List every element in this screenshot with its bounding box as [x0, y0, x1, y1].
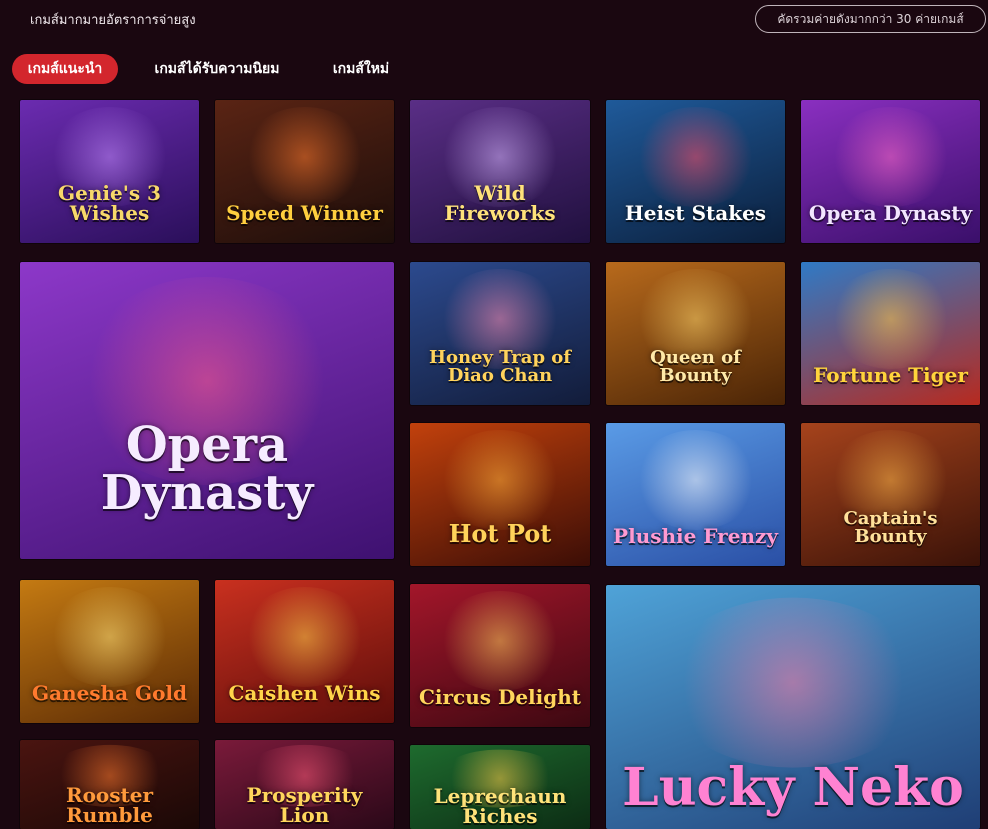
game-tile-fortune-tiger[interactable]: Fortune Tiger	[801, 262, 980, 405]
game-title: Hot Pot	[448, 518, 552, 548]
tab-new[interactable]: เกมส์ใหม่	[316, 54, 406, 84]
game-tile-prosperity-lion[interactable]: Prosperity Lion	[215, 740, 394, 829]
top-bar: เกมส์มากมายอัตราการจ่ายสูง คัดรวมค่ายดัง…	[0, 0, 988, 40]
game-title: Caishen Wins	[228, 680, 381, 705]
game-title: Opera Dynasty	[100, 417, 314, 522]
tab-popular[interactable]: เกมส์ได้รับความนิยม	[140, 54, 294, 84]
game-tile-plushie-frenzy[interactable]: Plushie Frenzy	[606, 423, 785, 566]
section-title: เกมส์มากมายอัตราการจ่ายสูง	[30, 13, 196, 28]
game-tile-opera-dynasty-small[interactable]: Opera Dynasty	[801, 100, 980, 243]
game-tile-queen-of-bounty[interactable]: Queen of Bounty	[606, 262, 785, 405]
game-tile-wild-fireworks[interactable]: Wild Fireworks	[410, 100, 590, 243]
game-title: Genie's 3 Wishes	[58, 180, 161, 225]
game-title: Fortune Tiger	[813, 362, 968, 387]
game-tile-diao-chan[interactable]: Honey Trap of Diao Chan	[410, 262, 590, 405]
game-title: Ganesha Gold	[31, 680, 188, 705]
game-title: Captain's Bounty	[843, 507, 938, 547]
game-title: Opera Dynasty	[808, 200, 973, 225]
game-title: Plushie Frenzy	[613, 523, 778, 548]
game-tile-hot-pot[interactable]: Hot Pot	[410, 423, 590, 566]
game-title: Heist Stakes	[624, 200, 767, 225]
game-title: Speed Winner	[226, 200, 383, 225]
game-title: Circus Delight	[418, 684, 582, 709]
game-tabs: เกมส์แนะนำ เกมส์ได้รับความนิยม เกมส์ใหม่	[0, 50, 988, 88]
game-title: Queen of Bounty	[650, 346, 741, 386]
game-tile-speed-winner[interactable]: Speed Winner	[215, 100, 394, 243]
game-title: Lucky Neko	[622, 757, 964, 819]
providers-badge[interactable]: คัดรวมค่ายดังมากกว่า 30 ค่ายเกมส์	[755, 5, 986, 33]
game-tile-rooster-rumble[interactable]: Rooster Rumble	[20, 740, 199, 829]
game-tile-opera-dynasty-featured[interactable]: Opera Dynasty	[20, 262, 394, 559]
game-title: Leprechaun Riches	[433, 783, 567, 828]
game-tile-genies-3-wishes[interactable]: Genie's 3 Wishes	[20, 100, 199, 243]
game-tile-leprechaun-riches[interactable]: Leprechaun Riches	[410, 745, 590, 829]
game-title: Honey Trap of Diao Chan	[428, 346, 572, 386]
game-tile-lucky-neko-featured[interactable]: Lucky Neko	[606, 585, 980, 829]
game-tile-ganesha-gold[interactable]: Ganesha Gold	[20, 580, 199, 723]
game-title: Wild Fireworks	[444, 180, 556, 225]
game-title: Prosperity Lion	[246, 783, 363, 828]
game-tile-heist-stakes[interactable]: Heist Stakes	[606, 100, 785, 243]
game-tile-circus-delight[interactable]: Circus Delight	[410, 584, 590, 727]
game-tile-captains-bounty[interactable]: Captain's Bounty	[801, 423, 980, 566]
tab-recommended[interactable]: เกมส์แนะนำ	[12, 54, 118, 84]
game-title: Rooster Rumble	[65, 783, 154, 828]
game-tile-caishen-wins[interactable]: Caishen Wins	[215, 580, 394, 723]
